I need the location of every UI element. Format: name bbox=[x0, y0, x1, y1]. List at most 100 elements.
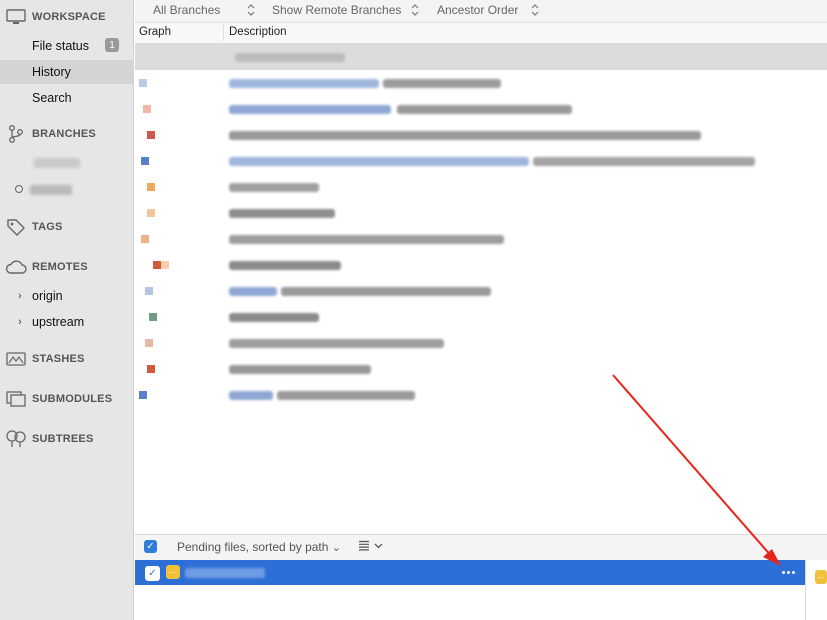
commit-row[interactable] bbox=[135, 330, 827, 356]
branch-name-redacted bbox=[30, 185, 72, 195]
sidebar-item-label: History bbox=[32, 65, 71, 79]
sidebar-item-branch[interactable] bbox=[0, 151, 134, 175]
commit-row[interactable] bbox=[135, 226, 827, 252]
updown-chevron-icon[interactable] bbox=[410, 2, 420, 18]
list-view-options-button[interactable] bbox=[358, 540, 383, 551]
graph-node bbox=[145, 287, 153, 295]
modified-file-icon: ⋯ bbox=[166, 565, 180, 579]
section-submodules-label: SUBMODULES bbox=[32, 393, 113, 405]
commit-description-redacted bbox=[229, 339, 444, 348]
history-toolbar: All Branches Show Remote Branches Ancest… bbox=[135, 0, 827, 23]
commit-list[interactable] bbox=[135, 44, 827, 534]
commit-row[interactable] bbox=[135, 70, 827, 96]
file-checkbox[interactable]: ✓ bbox=[145, 566, 160, 581]
file-name-redacted bbox=[185, 568, 265, 578]
section-tags-label: TAGS bbox=[32, 221, 63, 233]
commit-description-redacted bbox=[229, 235, 504, 244]
sidebar-item-label: origin bbox=[32, 289, 63, 303]
commit-description-redacted bbox=[229, 365, 371, 374]
section-subtrees[interactable]: SUBTREES bbox=[0, 428, 134, 450]
commit-description-redacted bbox=[229, 131, 701, 140]
modified-file-icon: ⋯ bbox=[815, 570, 827, 584]
pending-files-sort-dropdown[interactable]: Pending files, sorted by path ⌄ bbox=[177, 540, 341, 554]
commit-row[interactable] bbox=[135, 278, 827, 304]
remote-branches-dropdown[interactable]: Show Remote Branches bbox=[272, 3, 401, 17]
list-icon bbox=[359, 540, 369, 551]
graph-node bbox=[141, 157, 149, 165]
commit-description-redacted bbox=[533, 157, 755, 166]
commit-row[interactable] bbox=[135, 356, 827, 382]
section-submodules[interactable]: SUBMODULES bbox=[0, 388, 134, 410]
commit-row[interactable] bbox=[135, 174, 827, 200]
commit-row[interactable] bbox=[135, 96, 827, 122]
updown-chevron-icon[interactable] bbox=[530, 2, 540, 18]
commit-description-redacted bbox=[229, 261, 341, 270]
graph-node bbox=[149, 313, 157, 321]
column-divider[interactable] bbox=[223, 25, 224, 41]
updown-chevron-icon[interactable] bbox=[246, 2, 256, 18]
section-remotes[interactable]: REMOTES bbox=[0, 256, 134, 278]
sort-order-dropdown[interactable]: Ancestor Order bbox=[437, 3, 518, 17]
chevron-down-icon: ⌄ bbox=[331, 542, 341, 554]
commit-description-redacted bbox=[397, 105, 572, 114]
commit-description-redacted bbox=[229, 79, 379, 88]
commit-row[interactable] bbox=[135, 304, 827, 330]
graph-node bbox=[141, 235, 149, 243]
section-remotes-label: REMOTES bbox=[32, 261, 88, 273]
column-header-row: Graph Description bbox=[135, 23, 827, 44]
sidebar-item-search[interactable]: Search bbox=[0, 86, 134, 110]
commit-description-redacted bbox=[229, 391, 273, 400]
branch-name-redacted bbox=[34, 158, 80, 168]
graph-node bbox=[161, 261, 169, 269]
section-subtrees-label: SUBTREES bbox=[32, 433, 94, 445]
chevron-down-icon bbox=[374, 543, 383, 548]
submodule-icon bbox=[5, 388, 27, 410]
pending-files-label: Pending files, sorted by path bbox=[177, 540, 329, 554]
commit-row[interactable] bbox=[135, 252, 827, 278]
sidebar-item-remote-upstream[interactable]: › upstream bbox=[0, 310, 134, 334]
graph-node bbox=[147, 131, 155, 139]
dot bbox=[791, 571, 795, 574]
sidebar: WORKSPACE File status 1 History Search B… bbox=[0, 0, 134, 620]
stash-icon bbox=[5, 348, 27, 370]
commit-row[interactable] bbox=[135, 122, 827, 148]
graph-node bbox=[139, 391, 147, 399]
pending-files-bar: ✓ Pending files, sorted by path ⌄ bbox=[135, 534, 827, 561]
graph-node bbox=[153, 261, 161, 269]
sidebar-item-label: Search bbox=[32, 91, 72, 105]
graph-node bbox=[147, 183, 155, 191]
current-branch-icon bbox=[15, 185, 23, 193]
section-branches-label: BRANCHES bbox=[32, 128, 96, 140]
branch-filter-dropdown[interactable]: All Branches bbox=[153, 3, 220, 17]
section-stashes[interactable]: STASHES bbox=[0, 348, 134, 370]
commit-row[interactable] bbox=[135, 148, 827, 174]
commit-row[interactable] bbox=[135, 382, 827, 408]
select-all-checkbox[interactable]: ✓ bbox=[144, 540, 157, 553]
section-branches[interactable]: BRANCHES bbox=[0, 123, 134, 145]
sidebar-item-file-status[interactable]: File status 1 bbox=[0, 34, 134, 58]
file-actions-more-button[interactable] bbox=[777, 569, 799, 576]
sidebar-item-history[interactable]: History bbox=[0, 60, 134, 84]
sidebar-item-remote-origin[interactable]: › origin bbox=[0, 284, 134, 308]
graph-node bbox=[147, 365, 155, 373]
commit-description-redacted bbox=[383, 79, 501, 88]
chevron-right-icon[interactable]: › bbox=[18, 290, 22, 302]
commit-description-redacted bbox=[229, 313, 319, 322]
section-tags[interactable]: TAGS bbox=[0, 216, 134, 238]
file-row-selected[interactable]: ✓ ⋯ bbox=[135, 560, 805, 585]
sidebar-item-label: upstream bbox=[32, 315, 85, 329]
column-header-graph[interactable]: Graph bbox=[139, 26, 171, 38]
sidebar-item-current-branch[interactable] bbox=[0, 178, 134, 202]
commit-row[interactable] bbox=[135, 200, 827, 226]
chevron-right-icon[interactable]: › bbox=[18, 316, 22, 328]
tag-icon bbox=[5, 216, 27, 238]
column-header-description[interactable]: Description bbox=[229, 26, 287, 38]
commit-description-redacted bbox=[229, 105, 391, 114]
section-workspace[interactable]: WORKSPACE bbox=[0, 6, 134, 28]
commit-description-redacted bbox=[229, 209, 335, 218]
subtree-icon bbox=[5, 428, 27, 450]
graph-node bbox=[145, 339, 153, 347]
dot bbox=[781, 571, 785, 574]
cloud-icon bbox=[5, 256, 27, 278]
commit-row[interactable] bbox=[135, 44, 827, 70]
